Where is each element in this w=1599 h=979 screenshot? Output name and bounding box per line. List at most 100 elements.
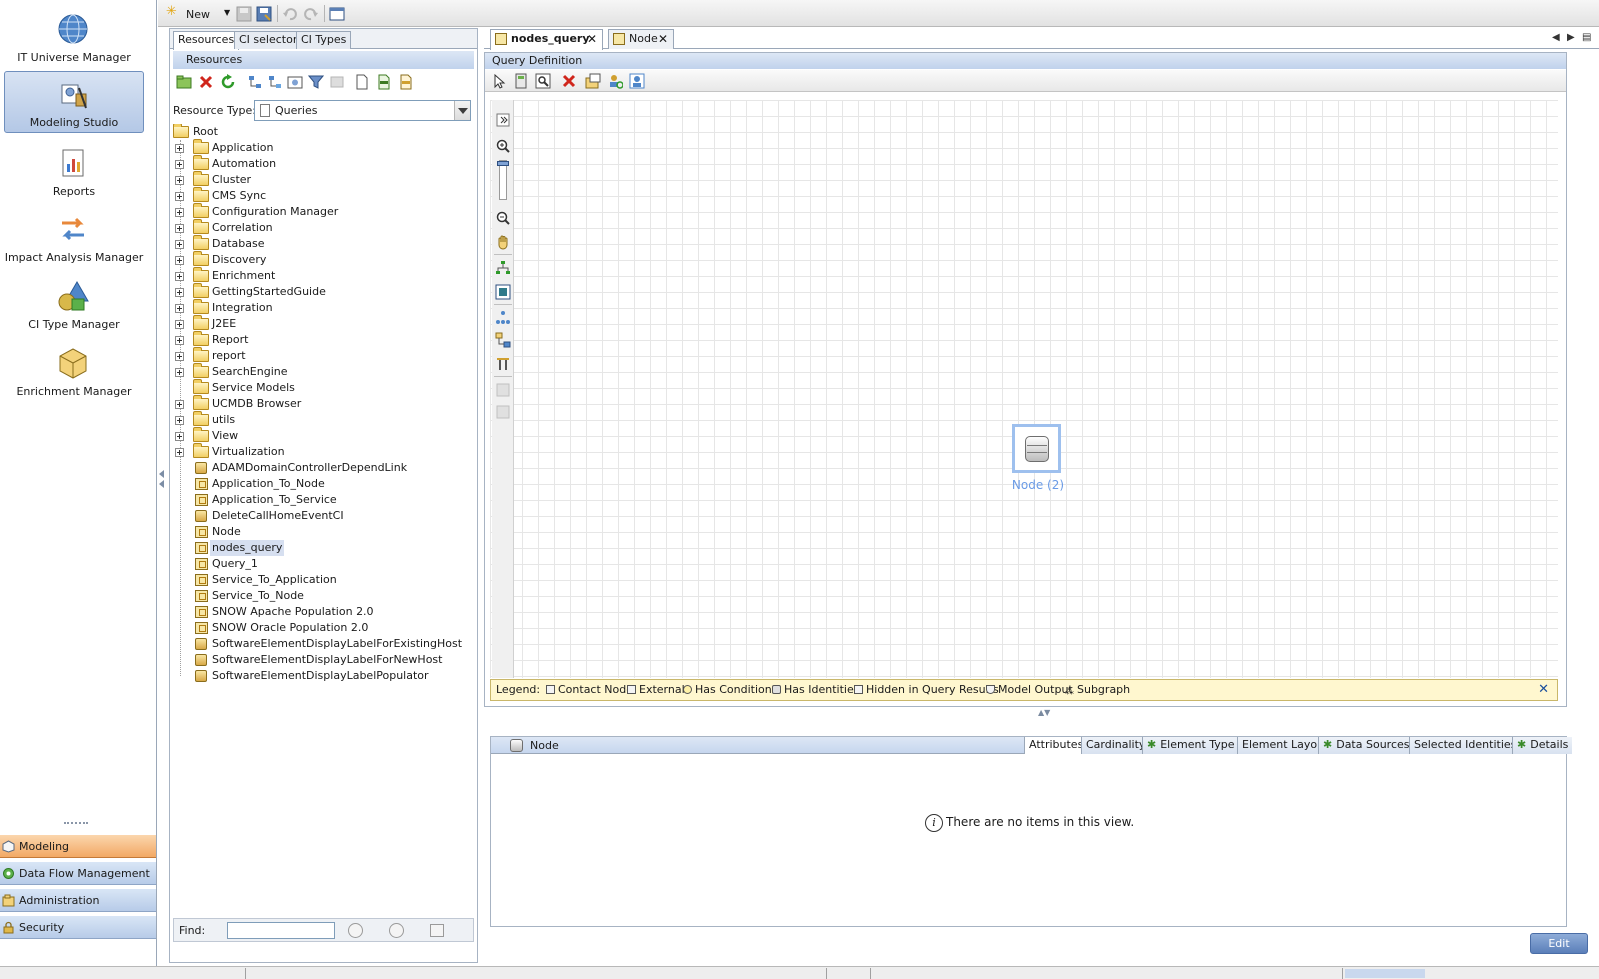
save-icon[interactable] — [236, 4, 252, 24]
close-icon[interactable]: ✕ — [658, 30, 668, 48]
edit-button[interactable]: Edit — [1530, 933, 1588, 954]
tree-query-item[interactable]: SNOW Apache Population 2.0 — [170, 604, 470, 620]
tab-element-type[interactable]: ✱ Element Type — [1142, 737, 1239, 754]
tree-folder[interactable]: View — [170, 427, 470, 444]
tree-query-item[interactable]: Application_To_Node — [170, 476, 470, 492]
expand-icon[interactable] — [175, 144, 184, 153]
query-canvas[interactable]: Node (2) — [490, 100, 1558, 678]
tree-query-item[interactable]: ADAMDomainControllerDependLink — [170, 460, 470, 476]
tree-query-item[interactable]: SNOW Oracle Population 2.0 — [170, 620, 470, 636]
delete-icon[interactable] — [561, 73, 577, 89]
tab-attributes[interactable]: Attributes — [1024, 737, 1088, 754]
expand-icon[interactable] — [175, 192, 184, 201]
query-node-label[interactable]: Node (2) — [1003, 478, 1073, 492]
user-properties-icon[interactable] — [629, 73, 645, 89]
tree-folder[interactable]: Automation — [170, 155, 470, 172]
filter-icon[interactable] — [308, 74, 324, 90]
expand-icon[interactable] — [175, 336, 184, 345]
tree-folder[interactable]: Report — [170, 331, 470, 348]
layout-properties-icon[interactable] — [495, 356, 511, 372]
module-modeling-studio[interactable]: Modeling Studio — [4, 71, 144, 133]
pan-hand-icon[interactable] — [495, 234, 511, 250]
tree-folder[interactable]: SearchEngine — [170, 363, 470, 380]
tree-folder[interactable]: Integration — [170, 299, 470, 316]
section-data-flow-management[interactable]: Data Flow Management — [0, 861, 156, 885]
close-icon[interactable]: ✕ — [587, 30, 597, 48]
tree-folder[interactable]: CMS Sync — [170, 187, 470, 204]
section-administration[interactable]: Administration — [0, 888, 156, 912]
tree-folder[interactable]: Configuration Manager — [170, 203, 470, 220]
refresh-icon[interactable] — [220, 74, 236, 90]
tree-query-item[interactable]: DeleteCallHomeEventCI — [170, 508, 470, 524]
expand-icon[interactable] — [175, 256, 184, 265]
query-properties-icon[interactable] — [585, 73, 601, 89]
expand-icon[interactable] — [175, 208, 184, 217]
tree-query-item[interactable]: Query_1 — [170, 556, 470, 572]
module-it-universe-manager[interactable]: IT Universe Manager — [4, 6, 144, 67]
new-button[interactable]: ✳ New ▼ — [166, 4, 230, 24]
collapse-nav-handle[interactable] — [159, 470, 166, 488]
preview-icon[interactable] — [535, 73, 551, 89]
tree-folder[interactable]: utils — [170, 411, 470, 428]
tree-query-item[interactable]: Application_To_Service — [170, 492, 470, 508]
tab-ci-types[interactable]: CI Types — [296, 31, 352, 49]
calculator-icon[interactable] — [513, 73, 529, 89]
nav-splitter[interactable] — [64, 822, 88, 826]
redo-icon[interactable] — [303, 4, 319, 24]
tab-data-sources[interactable]: ✱ Data Sources — [1318, 737, 1414, 754]
export-xml-icon[interactable] — [398, 74, 414, 90]
tree-query-item[interactable]: Service_To_Application — [170, 572, 470, 588]
undo-icon[interactable] — [282, 4, 298, 24]
module-impact-analysis-manager[interactable]: Impact Analysis Manager — [4, 206, 144, 267]
expand-icon[interactable] — [175, 176, 184, 185]
tree-folder[interactable]: Cluster — [170, 171, 470, 188]
tree-folder[interactable]: Application — [170, 139, 470, 156]
zoom-slider-thumb[interactable] — [497, 161, 509, 166]
tree-query-item[interactable]: Node — [170, 524, 470, 540]
expand-icon[interactable] — [175, 160, 184, 169]
window-icon[interactable] — [329, 4, 345, 24]
zoom-in-icon[interactable] — [495, 138, 511, 154]
zoom-slider[interactable] — [497, 160, 509, 200]
pointer-icon[interactable] — [491, 73, 507, 89]
hierarchical-layout-icon[interactable] — [495, 260, 511, 276]
module-enrichment-manager[interactable]: Enrichment Manager — [4, 340, 144, 401]
group-layout-icon[interactable] — [495, 332, 511, 348]
module-reports[interactable]: Reports — [4, 140, 144, 201]
tree-folder[interactable]: Database — [170, 235, 470, 252]
disabled-filter-icon[interactable] — [329, 74, 345, 90]
tab-selected-identities[interactable]: Selected Identities — [1409, 737, 1521, 754]
user-refresh-icon[interactable] — [607, 73, 623, 89]
tree-query-item[interactable]: SoftwareElementDisplayLabelPopulator — [170, 668, 470, 684]
tab-node[interactable]: Node ✕ — [608, 29, 674, 49]
tree-query-item[interactable]: Service_To_Node — [170, 588, 470, 604]
new-folder-icon[interactable] — [176, 74, 192, 90]
new-document-icon[interactable] — [354, 74, 370, 90]
tab-list-icon[interactable]: ▤ — [1582, 32, 1591, 43]
find-input[interactable] — [227, 922, 335, 939]
expand-icon[interactable] — [175, 368, 184, 377]
import-xml-icon[interactable] — [376, 74, 392, 90]
expand-icon[interactable] — [175, 224, 184, 233]
panel-splitter-arrows-icon[interactable]: ▲▼ — [1038, 708, 1050, 717]
tree-folder[interactable]: GettingStartedGuide — [170, 283, 470, 300]
expand-icon[interactable] — [175, 352, 184, 361]
fit-to-window-icon[interactable] — [495, 284, 511, 300]
find-options-icon[interactable] — [430, 924, 444, 937]
collapse-tree-icon[interactable] — [267, 74, 283, 90]
expand-icon[interactable] — [175, 400, 184, 409]
tree-query-item[interactable]: nodes_query — [170, 540, 470, 556]
resource-type-select[interactable]: Queries — [254, 100, 471, 121]
tab-details[interactable]: ✱ Details — [1512, 737, 1573, 754]
expand-icon[interactable] — [175, 448, 184, 457]
scroll-tabs-right-icon[interactable]: ▶ — [1567, 32, 1575, 43]
chevron-down-icon[interactable] — [454, 101, 470, 120]
tree-folder[interactable]: Service Models — [170, 379, 470, 396]
delete-icon[interactable] — [198, 74, 214, 90]
expand-icon[interactable] — [175, 288, 184, 297]
save-as-icon[interactable] — [256, 4, 272, 24]
find-previous-icon[interactable] — [389, 923, 404, 938]
tab-nodes-query[interactable]: nodes_query ✕ — [490, 29, 603, 50]
expand-icon[interactable] — [175, 272, 184, 281]
scroll-tabs-left-icon[interactable]: ◀ — [1552, 32, 1560, 43]
